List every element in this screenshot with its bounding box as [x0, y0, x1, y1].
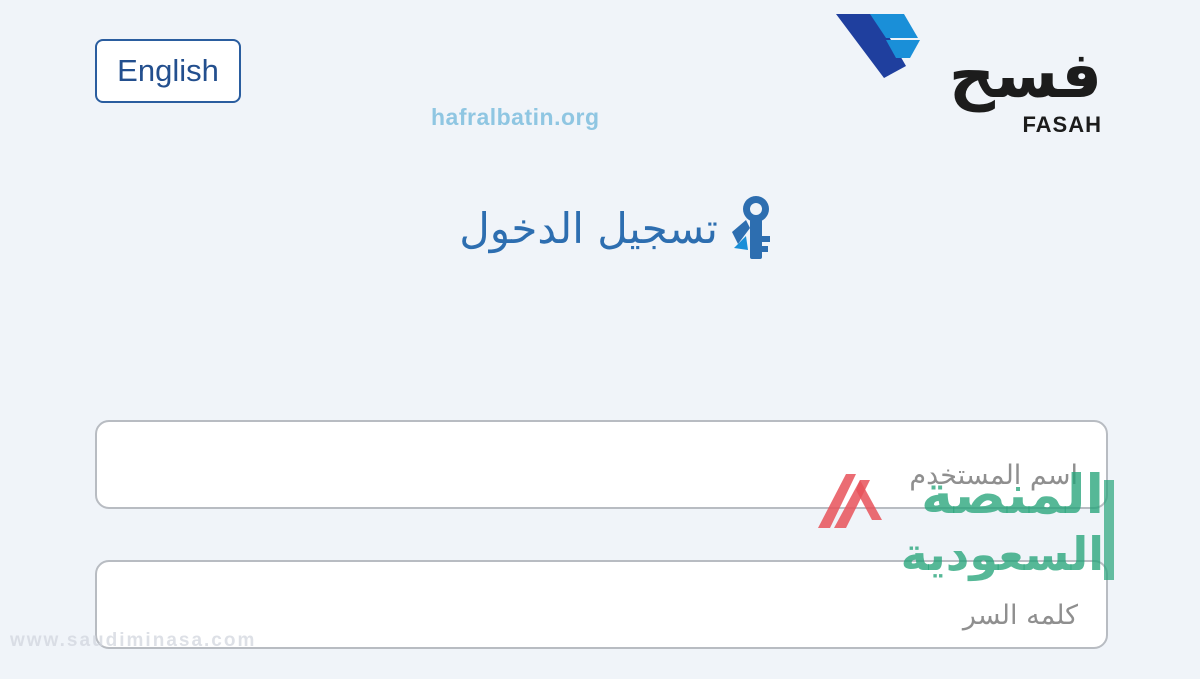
- logo-arabic-text: فسح: [948, 39, 1102, 113]
- fasah-login-page: English فسح FASAH hafralbatin.org تسجيل …: [0, 0, 1200, 679]
- username-input[interactable]: [95, 420, 1108, 509]
- watermark-top: hafralbatin.org: [431, 104, 600, 130]
- fasah-logo: فسح FASAH: [836, 14, 1106, 137]
- login-title: تسجيل الدخول: [459, 203, 718, 253]
- logo-latin-text: FASAH: [1022, 112, 1102, 137]
- key-icon: [732, 196, 770, 259]
- watermark-bottom: www.saudiminasa.com: [10, 630, 257, 651]
- language-toggle-button[interactable]: English: [95, 39, 241, 103]
- login-heading: تسجيل الدخول: [430, 188, 780, 268]
- fasah-logo-mark-icon: [836, 14, 920, 78]
